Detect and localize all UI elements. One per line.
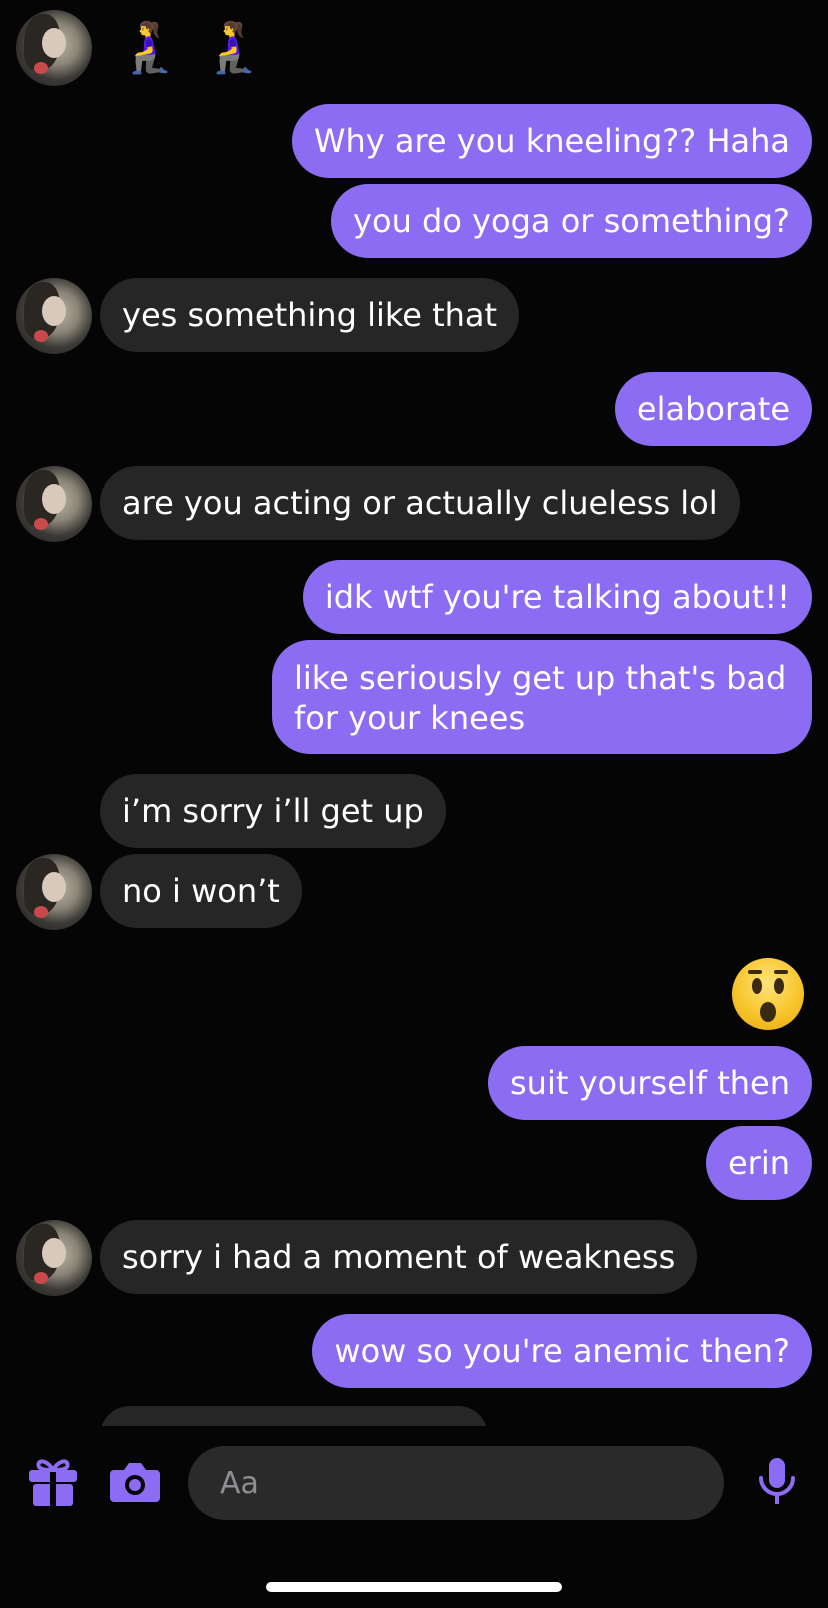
incoming-message[interactable]: i’m sorry i’ll get up — [100, 774, 446, 848]
incoming-message[interactable]: are you acting or actually clueless lol — [100, 466, 740, 540]
incoming-message[interactable]: no i won’t — [100, 854, 302, 928]
home-indicator[interactable] — [266, 1582, 562, 1592]
incoming-message[interactable]: sorry i had a moment of weakness — [100, 1220, 698, 1294]
composer-toolbar — [0, 1426, 828, 1608]
message-thread[interactable]: 🧎‍♀️ 🧎‍♀️ Why are you kneeling?? Haha yo… — [0, 0, 828, 1426]
kneeling-emoji-message[interactable]: 🧎‍♀️ — [118, 12, 180, 82]
contact-avatar[interactable] — [16, 1220, 92, 1296]
astonished-face-icon[interactable] — [732, 958, 804, 1030]
gift-icon[interactable] — [26, 1454, 80, 1508]
outgoing-message[interactable]: like seriously get up that's bad for you… — [272, 640, 812, 754]
outgoing-message[interactable]: you do yoga or something? — [331, 184, 812, 258]
outgoing-message[interactable]: suit yourself then — [488, 1046, 812, 1120]
outgoing-message[interactable]: wow so you're anemic then? — [312, 1314, 812, 1388]
message-input[interactable] — [218, 1464, 694, 1502]
outgoing-message[interactable]: Why are you kneeling?? Haha — [291, 104, 812, 178]
outgoing-message[interactable]: idk wtf you're talking about!! — [302, 560, 812, 634]
kneeling-emoji-message[interactable]: 🧎‍♀️ — [202, 12, 264, 82]
camera-icon[interactable] — [108, 1454, 162, 1508]
message-input-container[interactable] — [188, 1446, 724, 1520]
outgoing-message[interactable]: elaborate — [614, 372, 812, 446]
incoming-message[interactable]: yes something like that — [100, 278, 520, 352]
microphone-icon[interactable] — [750, 1454, 804, 1508]
incoming-message-partial[interactable] — [100, 1406, 488, 1426]
outgoing-message[interactable]: erin — [705, 1126, 812, 1200]
contact-avatar[interactable] — [16, 10, 92, 86]
contact-avatar[interactable] — [16, 278, 92, 354]
contact-avatar[interactable] — [16, 466, 92, 542]
contact-avatar[interactable] — [16, 854, 92, 930]
